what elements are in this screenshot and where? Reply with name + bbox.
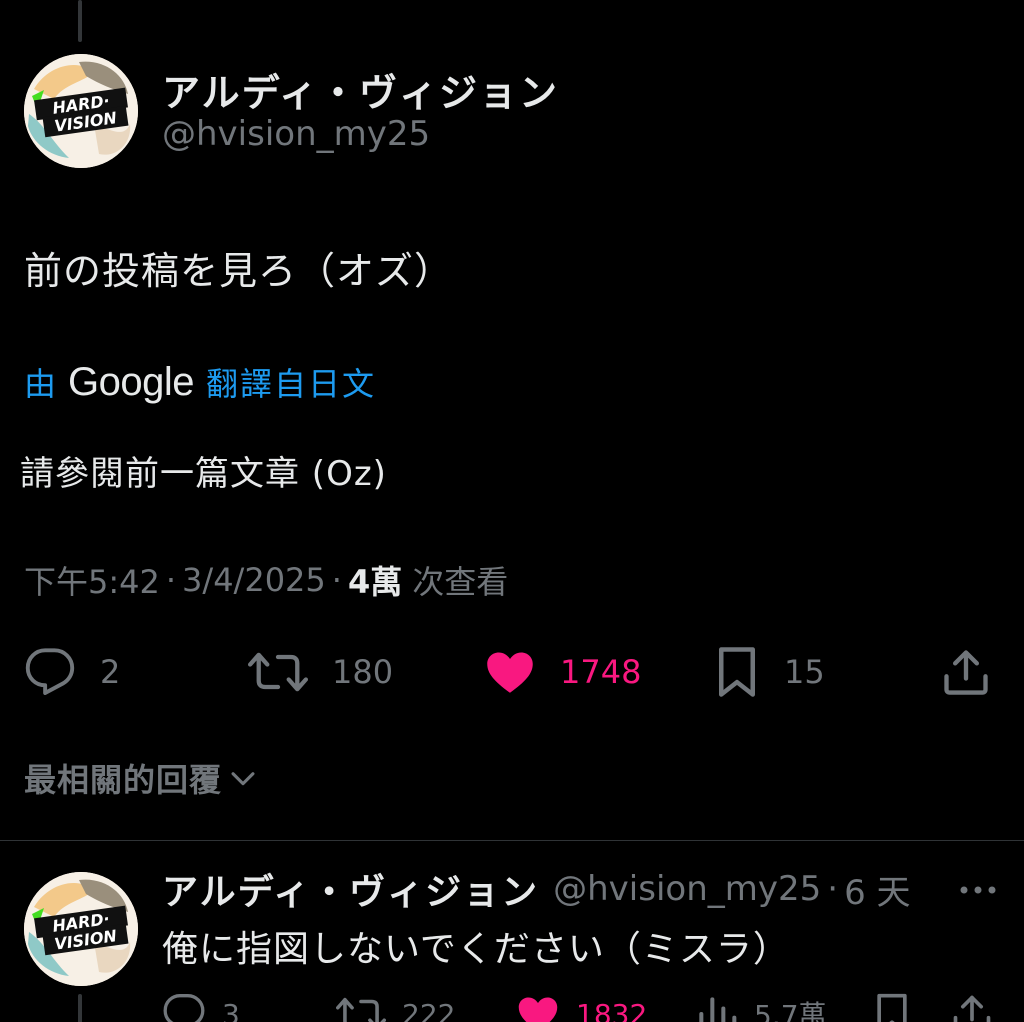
reply-icon <box>25 648 75 695</box>
reply-header: アルディ・ヴィジョン @hvision_my25 · 6 天 <box>162 863 911 915</box>
share-button[interactable] <box>940 640 992 704</box>
thread-connector-line <box>78 0 82 42</box>
author-handle[interactable]: @hvision_my25 <box>162 114 430 154</box>
share-button[interactable] <box>950 990 994 1022</box>
views-button[interactable]: 5.7萬 <box>694 990 827 1022</box>
retweet-count: 222 <box>402 997 456 1022</box>
chevron-down-icon <box>231 772 255 786</box>
meta-separator: · <box>331 561 342 599</box>
avatar[interactable]: HARD· VISION <box>24 872 138 986</box>
retweet-button[interactable]: 180 <box>248 640 393 704</box>
retweet-icon <box>336 997 386 1022</box>
reply-button[interactable]: 2 <box>24 640 120 704</box>
analytics-icon <box>699 997 737 1022</box>
section-divider <box>0 840 1024 841</box>
reply-count: 2 <box>100 653 121 691</box>
reply-icon <box>163 994 205 1022</box>
translated-from-label[interactable]: 翻譯自日文 <box>206 359 376 405</box>
views-count: 5.7萬 <box>754 999 827 1022</box>
avatar[interactable]: HARD· VISION <box>24 54 138 168</box>
more-icon <box>960 886 996 894</box>
reply-author-handle[interactable]: @hvision_my25 <box>553 869 821 909</box>
translated-text: 請參閱前一篇文章 (Oz) <box>20 454 387 494</box>
bookmark-button[interactable] <box>872 990 912 1022</box>
reply-text: 俺に指図しないでください（ミスラ） <box>162 929 790 970</box>
tweet-date[interactable]: 3/4/2025 <box>182 561 326 599</box>
heart-icon <box>518 997 558 1022</box>
retweet-button[interactable]: 222 <box>336 990 455 1022</box>
reply-sort-label: 最相關的回覆 <box>24 761 223 799</box>
like-button[interactable]: 1832 <box>516 990 647 1022</box>
share-icon <box>944 650 988 695</box>
like-count: 1748 <box>560 653 642 691</box>
reply-button[interactable]: 3 <box>162 990 240 1022</box>
translated-by-label: 由 <box>24 365 57 403</box>
views-count[interactable]: 4萬 <box>348 557 402 603</box>
tweet-action-bar: 2 180 1748 15 <box>0 640 1024 704</box>
tweet-time[interactable]: 下午5:42 <box>24 557 160 603</box>
like-count: 1832 <box>576 997 648 1022</box>
translation-attribution[interactable]: 由 Google 翻譯自日文 <box>24 358 376 406</box>
bookmark-icon <box>719 647 755 697</box>
author-display-name[interactable]: アルディ・ヴィジョン <box>162 62 559 117</box>
bookmark-count: 15 <box>784 653 825 691</box>
more-options-button[interactable] <box>956 872 1000 908</box>
heart-icon <box>487 652 533 693</box>
reply-count: 3 <box>222 997 240 1022</box>
views-label: 次查看 <box>412 563 509 601</box>
tweet-meta: 下午5:42 · 3/4/2025 · 4萬 次查看 <box>24 558 508 602</box>
tweet-text: 前の投稿を見ろ（オズ） <box>24 249 454 293</box>
like-button[interactable]: 1748 <box>484 640 641 704</box>
retweet-icon <box>248 652 308 692</box>
reply-sort-dropdown[interactable]: 最相關的回覆 <box>24 754 260 802</box>
google-logo: Google <box>68 359 194 404</box>
bookmark-icon <box>877 993 907 1022</box>
reply-separator: · <box>827 869 839 909</box>
tweet-detail-page: HARD· VISION アルディ・ヴィジョン @hvision_my25 前の… <box>0 0 1024 1022</box>
meta-separator: · <box>165 561 177 599</box>
bookmark-button[interactable]: 15 <box>714 640 825 704</box>
reply-author-name[interactable]: アルディ・ヴィジョン <box>162 863 539 915</box>
share-icon <box>953 995 991 1022</box>
reply-time[interactable]: 6 天 <box>844 865 910 914</box>
reply-action-bar: 3 222 1832 5.7萬 <box>0 990 1024 1022</box>
retweet-count: 180 <box>332 653 394 691</box>
